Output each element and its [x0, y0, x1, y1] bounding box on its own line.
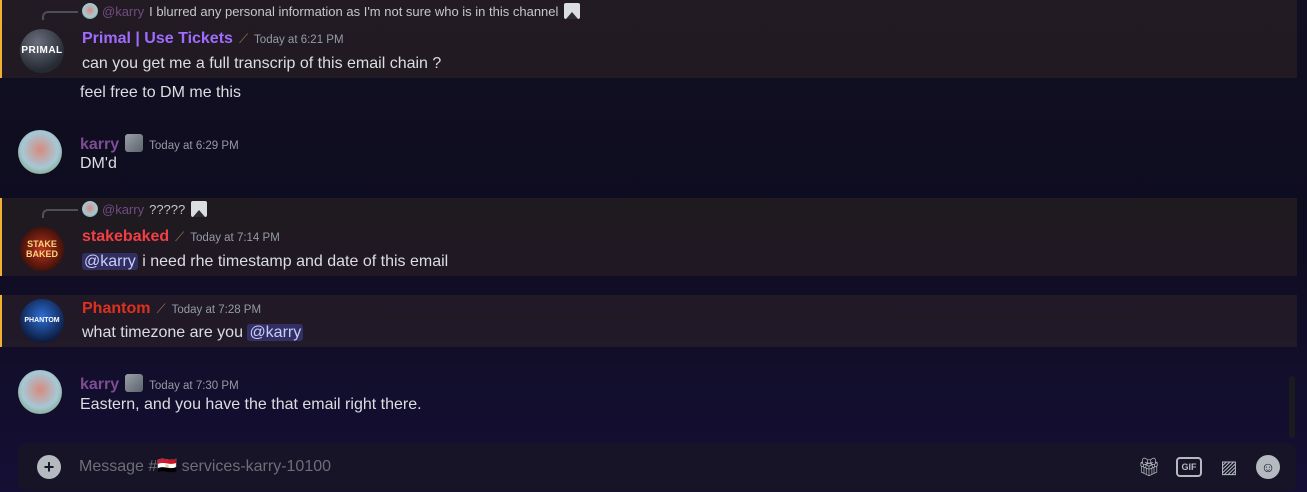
message-primal: @karry I blurred any personal informatio…	[0, 0, 1297, 78]
reply-preview[interactable]: @karry I blurred any personal informatio…	[42, 3, 581, 20]
timestamp[interactable]: Today at 6:29 PM	[149, 140, 239, 152]
reply-text: ?????	[149, 201, 186, 217]
scrollbar-thumb[interactable]	[1289, 376, 1295, 438]
message-content: feel free to DM me this	[80, 84, 241, 101]
role-icon	[125, 374, 144, 392]
reply-text: I blurred any personal information as I'…	[149, 3, 559, 19]
message-content: what timezone are you @karry	[82, 324, 304, 342]
message-header: karry Today at 7:30 PM	[80, 371, 239, 394]
avatar[interactable]: PHANTOM	[20, 299, 64, 343]
avatar-text: PRIMAL	[21, 45, 63, 56]
emoji-icon[interactable]: ☺	[1256, 455, 1280, 479]
avatar[interactable]	[18, 130, 62, 174]
wand-icon: ⟋	[238, 31, 249, 46]
username[interactable]: Primal | Use Tickets	[82, 30, 233, 48]
upload-plus-button[interactable]: +	[37, 455, 61, 479]
role-icon	[125, 134, 144, 152]
avatar	[82, 3, 98, 19]
timestamp[interactable]: Today at 7:28 PM	[172, 304, 262, 316]
message-karry: karry Today at 6:29 PM DM'd	[0, 122, 1297, 184]
gif-icon[interactable]: GIF	[1176, 457, 1202, 477]
message-composer: + 🎁︎ GIF ▨ ☺	[18, 443, 1296, 491]
gift-icon[interactable]: 🎁︎	[1136, 454, 1162, 480]
message-list: @karry I blurred any personal informatio…	[0, 0, 1297, 440]
username[interactable]: karry	[80, 376, 119, 394]
avatar[interactable]: STAKE BAKED	[20, 227, 64, 271]
user-mention[interactable]: @karry	[82, 253, 138, 270]
avatar[interactable]: PRIMAL	[20, 29, 64, 73]
wand-icon: ⟋	[175, 229, 185, 244]
message-content: @karry i need rhe timestamp and date of …	[82, 253, 448, 271]
message-content: DM'd	[80, 155, 117, 172]
avatar-text: STAKE BAKED	[25, 239, 58, 259]
reply-username[interactable]: @karry	[102, 4, 144, 19]
avatar	[82, 201, 98, 217]
message-stakebaked: @karry ????? STAKE BAKED stakebaked ⟋ To…	[0, 198, 1297, 276]
sticker-icon[interactable]: ▨	[1216, 454, 1242, 480]
user-mention[interactable]: @karry	[247, 324, 304, 341]
username[interactable]: stakebaked	[82, 228, 169, 246]
message-input[interactable]	[79, 458, 1136, 476]
composer-actions: 🎁︎ GIF ▨ ☺	[1136, 454, 1280, 480]
message-followup: feel free to DM me this	[0, 78, 1297, 110]
reply-connector	[42, 208, 78, 218]
timestamp[interactable]: Today at 6:21 PM	[254, 34, 344, 46]
avatar[interactable]	[18, 370, 62, 414]
timestamp[interactable]: Today at 7:14 PM	[190, 232, 280, 244]
message-header: karry Today at 6:29 PM	[80, 131, 239, 154]
reply-connector	[42, 10, 78, 20]
message-karry: karry Today at 7:30 PM Eastern, and you …	[0, 362, 1297, 424]
reply-username[interactable]: @karry	[102, 202, 144, 217]
wand-icon: ⟋	[156, 301, 166, 316]
reply-preview[interactable]: @karry ?????	[42, 201, 208, 218]
message-text: what timezone are you	[82, 324, 243, 341]
username[interactable]: karry	[80, 136, 119, 154]
scrollbar[interactable]	[1287, 0, 1297, 440]
message-header: stakebaked ⟋ Today at 7:14 PM	[82, 228, 280, 246]
image-icon	[564, 3, 581, 19]
timestamp[interactable]: Today at 7:30 PM	[149, 380, 239, 392]
avatar-text: PHANTOM	[24, 317, 60, 324]
username[interactable]: Phantom	[82, 300, 150, 318]
message-content: Eastern, and you have the that email rig…	[80, 396, 422, 413]
image-icon	[191, 201, 208, 217]
message-header: Primal | Use Tickets ⟋ Today at 6:21 PM	[82, 30, 344, 48]
message-phantom: PHANTOM Phantom ⟋ Today at 7:28 PM what …	[0, 295, 1297, 347]
message-header: Phantom ⟋ Today at 7:28 PM	[82, 300, 261, 318]
message-text: i need rhe timestamp and date of this em…	[142, 253, 449, 270]
message-content: can you get me a full transcrip of this …	[82, 55, 442, 72]
